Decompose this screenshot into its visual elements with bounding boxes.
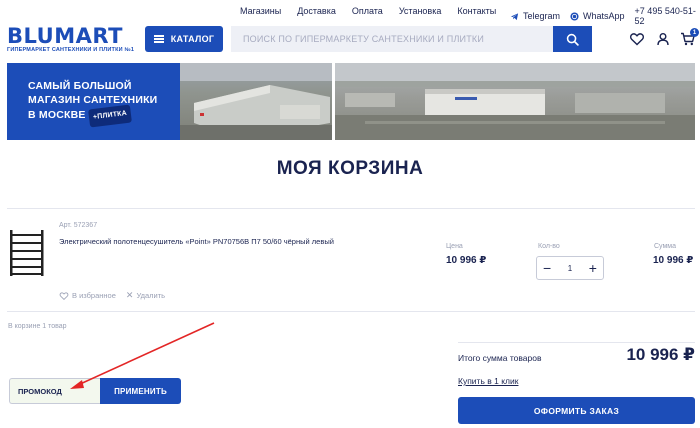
phone-number[interactable]: +7 495 540-51-52 xyxy=(635,6,700,26)
banner-pill: +ПЛИТКА xyxy=(87,104,132,128)
logo-tagline: ГИПЕРМАРКЕТ САНТЕХНИКИ И ПЛИТКИ №1 xyxy=(7,47,135,53)
cart-badge: 1 xyxy=(690,28,699,37)
banner-line-2: МАГАЗИН САНТЕХНИКИ xyxy=(28,94,158,106)
whatsapp-label: WhatsApp xyxy=(583,11,625,21)
user-icon[interactable] xyxy=(655,31,671,47)
cart-button[interactable]: 1 xyxy=(680,28,699,49)
heart-outline-icon xyxy=(59,291,69,300)
delete-label: Удалить xyxy=(136,291,166,300)
cart-count-text: В корзине 1 товар xyxy=(8,323,67,330)
search-icon xyxy=(566,33,579,46)
divider-bottom xyxy=(7,311,695,312)
nav-link-stores[interactable]: Магазины xyxy=(240,6,281,16)
logo-text: BLUMART xyxy=(7,24,123,48)
favorites-label: В избранное xyxy=(72,291,116,300)
product-image[interactable] xyxy=(8,228,46,278)
nav-link-delivery[interactable]: Доставка xyxy=(297,6,336,16)
telegram-label: Telegram xyxy=(523,11,561,21)
promo-placeholder: ПРОМОКОД xyxy=(18,386,62,396)
banner-photo-left xyxy=(180,63,332,140)
product-name[interactable]: Электрический полотенцесушитель «Point» … xyxy=(59,237,334,246)
add-to-favorites[interactable]: В избранное xyxy=(59,291,116,301)
banner-line-3: В МОСКВЕ xyxy=(28,109,86,121)
sum-value: 10 996 ₽ xyxy=(653,255,694,266)
logo[interactable]: BLUMART ГИПЕРМАРКЕТ САНТЕХНИКИ И ПЛИТКИ … xyxy=(7,24,135,54)
banner-line-1: САМЫЙ БОЛЬШОЙ xyxy=(28,80,132,92)
whatsapp-icon xyxy=(570,11,579,21)
telegram-link[interactable]: Telegram xyxy=(510,11,560,21)
plus-icon[interactable]: + xyxy=(589,261,597,275)
menu-icon xyxy=(153,35,164,43)
banner-text-block: САМЫЙ БОЛЬШОЙ МАГАЗИН САНТЕХНИКИ В МОСКВ… xyxy=(7,63,180,140)
promo-code-input[interactable]: ПРОМОКОД xyxy=(9,378,100,404)
checkout-button[interactable]: ОФОРМИТЬ ЗАКАЗ xyxy=(458,397,695,424)
price-label: Цена xyxy=(446,243,463,250)
nav-link-install[interactable]: Установка xyxy=(399,6,442,16)
catalog-label: КАТАЛОГ xyxy=(170,34,215,44)
sum-label: Сумма xyxy=(654,243,676,250)
telegram-icon xyxy=(510,12,519,20)
buy-one-click-link[interactable]: Купить в 1 клик xyxy=(458,376,518,386)
delete-item[interactable]: ✕ Удалить xyxy=(126,290,165,301)
top-nav: Магазины Доставка Оплата Установка Конта… xyxy=(0,0,700,26)
quantity-value[interactable]: 1 xyxy=(568,264,572,273)
divider-top xyxy=(7,208,695,209)
search-input[interactable]: ПОИСК ПО ГИПЕРМАРКЕТУ САНТЕХНИКИ И ПЛИТК… xyxy=(231,26,553,52)
heart-icon[interactable] xyxy=(629,31,645,47)
minus-icon[interactable]: − xyxy=(543,261,551,275)
whatsapp-link[interactable]: WhatsApp xyxy=(570,11,625,21)
total-label: Итого сумма товаров xyxy=(458,353,542,363)
search-placeholder: ПОИСК ПО ГИПЕРМАРКЕТУ САНТЕХНИКИ И ПЛИТК… xyxy=(243,34,485,44)
catalog-button[interactable]: КАТАЛОГ xyxy=(145,26,223,52)
quantity-stepper: − 1 + xyxy=(536,256,604,280)
page-title: МОЯ КОРЗИНА xyxy=(276,158,424,179)
contacts: Telegram WhatsApp +7 495 540-51-52 xyxy=(510,6,700,26)
total-value: 10 996 ₽ xyxy=(626,345,695,364)
close-icon: ✕ xyxy=(125,290,134,300)
product-actions: В избранное ✕ Удалить xyxy=(59,290,175,301)
banner-photo-right xyxy=(335,63,695,140)
price-value: 10 996 ₽ xyxy=(446,255,487,266)
nav-link-contacts[interactable]: Контакты xyxy=(457,6,496,16)
totals-divider xyxy=(458,342,695,343)
top-links: Магазины Доставка Оплата Установка Конта… xyxy=(240,6,512,16)
search-button[interactable] xyxy=(553,26,592,52)
qty-label: Кол-во xyxy=(538,243,560,250)
promo-banner[interactable]: САМЫЙ БОЛЬШОЙ МАГАЗИН САНТЕХНИКИ В МОСКВ… xyxy=(7,63,695,140)
nav-link-payment[interactable]: Оплата xyxy=(352,6,383,16)
apply-promo-button[interactable]: ПРИМЕНИТЬ xyxy=(100,378,181,404)
product-article: Арт. 572367 xyxy=(59,222,98,229)
